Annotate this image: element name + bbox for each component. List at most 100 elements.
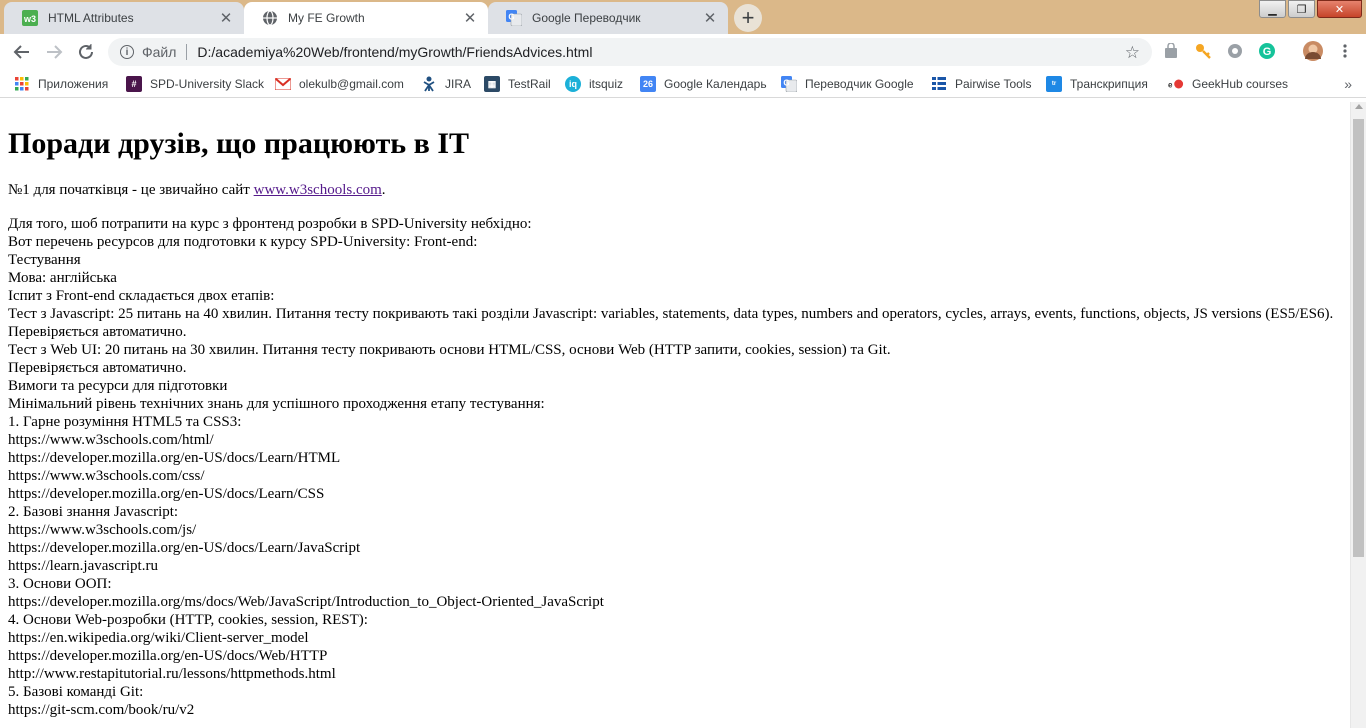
bookmark-transcription[interactable]: tr Транскрипция bbox=[1046, 75, 1148, 93]
scroll-thumb[interactable] bbox=[1353, 119, 1364, 557]
bookmarks-more-button[interactable]: » bbox=[1344, 76, 1352, 92]
close-window-button[interactable]: ✕ bbox=[1317, 0, 1362, 18]
bookmark-label: Google Календарь bbox=[664, 77, 767, 91]
text-line: http://www.restapitutorial.ru/lessons/ht… bbox=[8, 666, 336, 682]
tab-my-fe-growth[interactable]: My FE Growth ✕ bbox=[244, 2, 488, 34]
tab-title: My FE Growth bbox=[288, 11, 365, 25]
address-bar[interactable]: i Файл D:/academiya%20Web/frontend/myGro… bbox=[108, 38, 1152, 66]
divider bbox=[186, 44, 188, 60]
bookmark-label: JIRA bbox=[445, 77, 472, 91]
bookmark-apps[interactable]: Приложения bbox=[14, 75, 108, 93]
geekhub-icon: e bbox=[1168, 76, 1184, 92]
bookmark-gmail[interactable]: olekulb@gmail.com bbox=[275, 75, 404, 93]
intro-paragraph: №1 для початківця - це звичайно сайт www… bbox=[8, 181, 1342, 199]
text-line: https://www.w3schools.com/css/ bbox=[8, 468, 205, 484]
arrow-right-icon bbox=[47, 45, 63, 59]
reload-icon bbox=[79, 44, 93, 59]
url-text[interactable]: D:/academiya%20Web/frontend/myGrowth/Fri… bbox=[197, 44, 592, 60]
text-line: 1. Гарне розуміння HTML5 та CSS3: bbox=[8, 414, 242, 430]
text-line: Іспит з Front-end складається двох етапі… bbox=[8, 288, 275, 304]
tab-strip: w3 HTML Attributes ✕ My FE Growth ✕ G Go… bbox=[0, 0, 1366, 34]
arrow-left-icon bbox=[13, 45, 29, 59]
bag-icon[interactable] bbox=[1162, 42, 1180, 60]
close-icon[interactable]: ✕ bbox=[218, 10, 234, 27]
forward-button[interactable] bbox=[42, 40, 66, 64]
page-title: Поради друзів, що працюють в IT bbox=[8, 127, 470, 160]
vertical-scrollbar[interactable] bbox=[1350, 102, 1366, 728]
back-button[interactable] bbox=[10, 40, 34, 64]
text-line: 2. Базові знання Javascript: bbox=[8, 504, 179, 520]
browser-toolbar: i Файл D:/academiya%20Web/frontend/myGro… bbox=[0, 34, 1366, 70]
bookmark-slack[interactable]: # SPD-University Slack bbox=[126, 75, 264, 93]
bookmark-jira[interactable]: JIRA bbox=[421, 75, 471, 93]
bookmark-geekhub[interactable]: e GeekHub courses bbox=[1168, 75, 1288, 93]
text-line: https://en.wikipedia.org/wiki/Client-ser… bbox=[8, 630, 309, 646]
star-icon[interactable]: ☆ bbox=[1125, 43, 1140, 63]
text-line: https://developer.mozilla.org/en-US/docs… bbox=[8, 486, 325, 502]
tab-google-translate[interactable]: G Google Переводчик ✕ bbox=[488, 2, 728, 34]
slack-icon: # bbox=[126, 76, 142, 92]
menu-kebab-icon[interactable] bbox=[1336, 42, 1354, 60]
minimize-button[interactable]: ▁ bbox=[1259, 0, 1286, 18]
text-line: https://developer.mozilla.org/en-US/docs… bbox=[8, 540, 361, 556]
svg-text:w3: w3 bbox=[23, 14, 36, 24]
gmail-icon bbox=[275, 76, 291, 92]
bookmark-label: Pairwise Tools bbox=[955, 77, 1032, 91]
text-line: https://www.w3schools.com/html/ bbox=[8, 432, 214, 448]
avatar[interactable] bbox=[1302, 40, 1324, 62]
bookmark-itsquiz[interactable]: iq itsquiz bbox=[565, 75, 623, 93]
extension-circle-icon[interactable] bbox=[1226, 42, 1244, 60]
close-icon[interactable]: ✕ bbox=[462, 10, 478, 27]
scheme-label: Файл bbox=[142, 44, 177, 60]
text-line: Перевіряється автоматично. bbox=[8, 324, 187, 340]
text-line: Мова: англійська bbox=[8, 270, 117, 286]
text-line: 5. Базові команді Git: bbox=[8, 684, 144, 700]
text-line: https://developer.mozilla.org/ms/docs/We… bbox=[8, 594, 604, 610]
text-line: Вот перечень ресурсов для подготовки к к… bbox=[8, 234, 478, 250]
google-translate-icon: G bbox=[506, 10, 522, 26]
tab-title: Google Переводчик bbox=[532, 11, 641, 25]
reload-button[interactable] bbox=[74, 40, 98, 64]
scroll-up-arrow-icon[interactable] bbox=[1355, 104, 1363, 109]
info-icon[interactable]: i bbox=[120, 45, 134, 59]
globe-icon bbox=[262, 10, 278, 26]
bookmark-testrail[interactable]: ▦ TestRail bbox=[484, 75, 551, 93]
bookmark-pairwise-tools[interactable]: Pairwise Tools bbox=[931, 75, 1031, 93]
requirements-text: Для того, шоб потрапити на курс з фронте… bbox=[8, 215, 1342, 719]
itsquiz-icon: iq bbox=[565, 76, 581, 92]
text-line: Тестування bbox=[8, 252, 81, 268]
bookmark-label: TestRail bbox=[508, 77, 551, 91]
apps-grid-icon bbox=[14, 76, 30, 92]
text-line: 3. Основи ООП: bbox=[8, 576, 112, 592]
bookmark-label: Приложения bbox=[38, 77, 109, 91]
bookmark-label: SPD-University Slack bbox=[150, 77, 265, 91]
new-tab-button[interactable]: + bbox=[734, 4, 762, 32]
bookmark-google-calendar[interactable]: 26 Google Календарь bbox=[640, 75, 767, 93]
tab-html-attributes[interactable]: w3 HTML Attributes ✕ bbox=[4, 2, 244, 34]
svg-text:e: e bbox=[1168, 81, 1173, 90]
pairwise-icon bbox=[931, 76, 947, 92]
text-line: https://developer.mozilla.org/en-US/docs… bbox=[8, 450, 341, 466]
jira-icon bbox=[421, 76, 437, 92]
tab-title: HTML Attributes bbox=[48, 11, 134, 25]
intro-text: №1 для початківця - це звичайно сайт bbox=[8, 182, 254, 198]
text-line: Тест з Javascript: 25 питань на 40 хвили… bbox=[8, 306, 1334, 322]
bookmark-label: Транскрипция bbox=[1070, 77, 1148, 91]
key-icon[interactable] bbox=[1194, 42, 1212, 60]
grammarly-icon[interactable]: G bbox=[1258, 42, 1276, 60]
text-line: https://git-scm.com/book/ru/v2 bbox=[8, 702, 195, 718]
text-line: Вимоги та ресурси для підготовки bbox=[8, 378, 228, 394]
text-line: Тест з Web UI: 20 питань на 30 хвилин. П… bbox=[8, 342, 891, 358]
text-line: https://www.w3schools.com/js/ bbox=[8, 522, 197, 538]
text-line: 4. Основи Web-розробки (HTTP, cookies, s… bbox=[8, 612, 368, 628]
svg-text:G: G bbox=[508, 13, 514, 22]
maximize-button[interactable]: ❐ bbox=[1288, 0, 1315, 18]
close-icon[interactable]: ✕ bbox=[702, 10, 718, 27]
text-line: https://learn.javascript.ru bbox=[8, 558, 158, 574]
svg-text:G: G bbox=[783, 79, 789, 88]
bookmark-label: itsquiz bbox=[589, 77, 624, 91]
w3schools-link[interactable]: www.w3schools.com bbox=[254, 182, 382, 198]
text-line: https://developer.mozilla.org/en-US/docs… bbox=[8, 648, 328, 664]
bookmark-google-translate[interactable]: G Переводчик Google bbox=[781, 75, 914, 93]
google-translate-icon: G bbox=[781, 76, 797, 92]
